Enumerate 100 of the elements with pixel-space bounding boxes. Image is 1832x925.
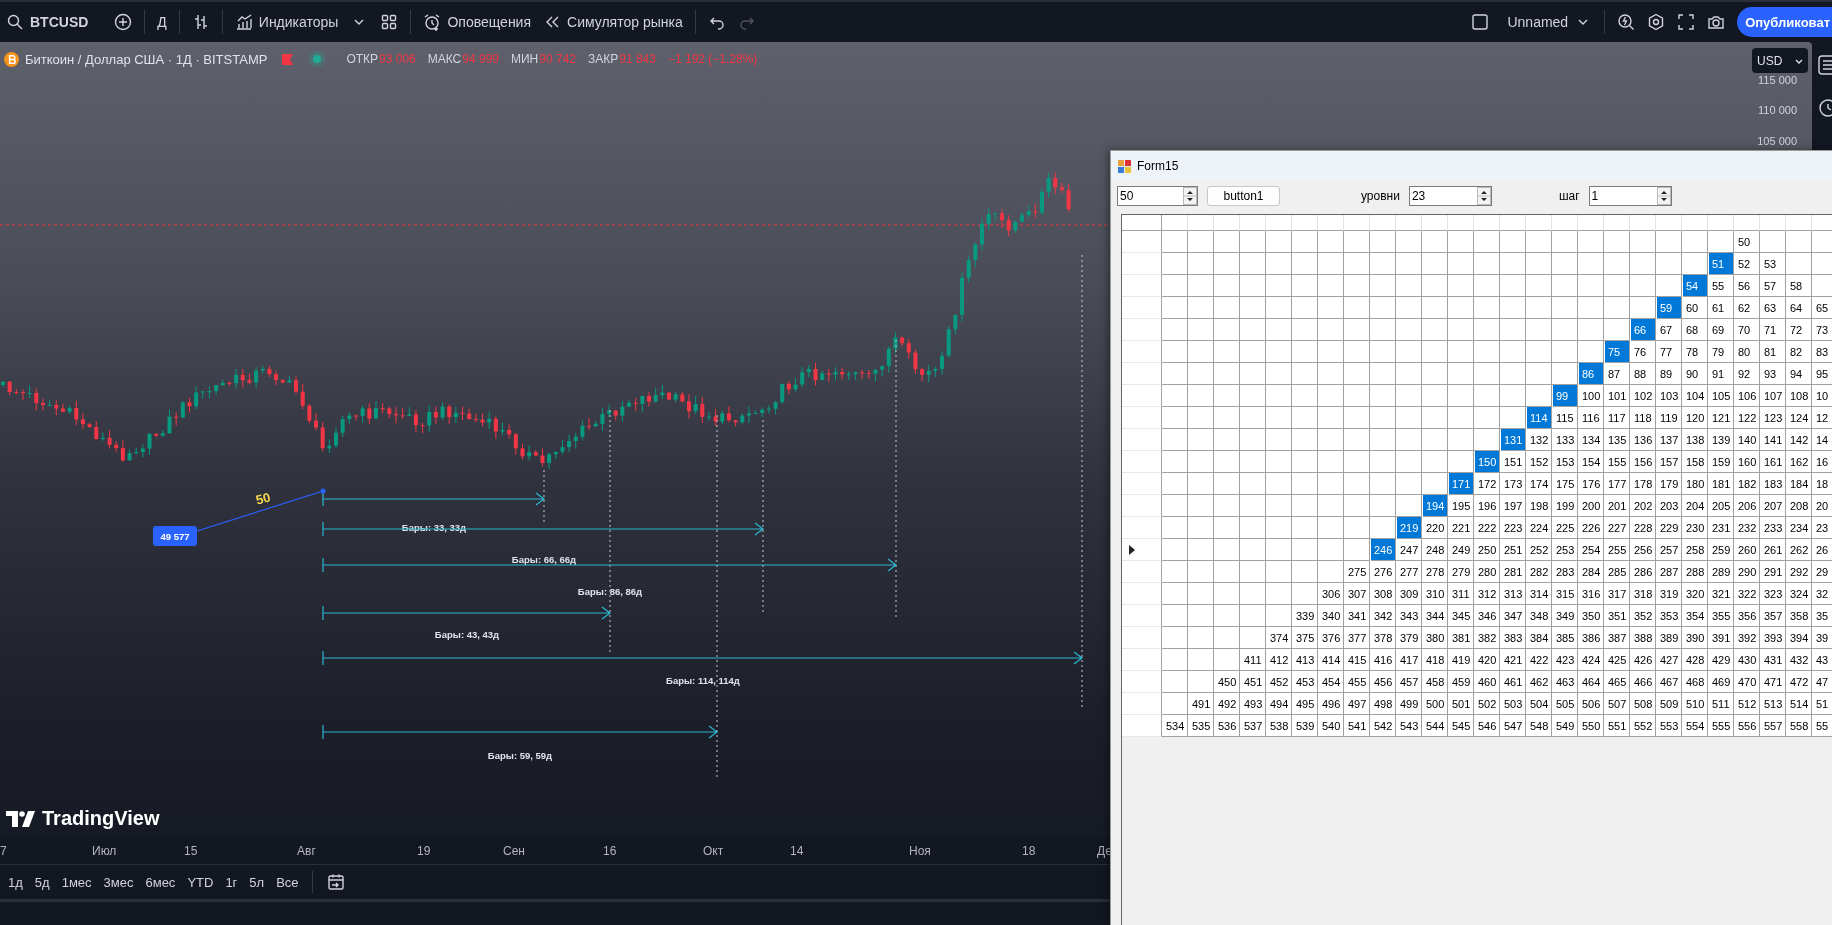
table-cell[interactable]: 221 bbox=[1448, 517, 1474, 539]
table-cell[interactable]: 357 bbox=[1760, 605, 1786, 627]
table-cell[interactable] bbox=[1370, 319, 1396, 341]
indicators-button[interactable]: Индикаторы bbox=[228, 6, 345, 38]
table-cell[interactable] bbox=[1370, 451, 1396, 473]
table-cell[interactable] bbox=[1214, 275, 1240, 297]
table-cell[interactable] bbox=[1656, 253, 1682, 275]
table-cell[interactable]: 349 bbox=[1552, 605, 1578, 627]
table-cell[interactable] bbox=[1162, 583, 1188, 605]
table-cell[interactable] bbox=[1292, 363, 1318, 385]
table-cell[interactable]: 258 bbox=[1682, 539, 1708, 561]
table-cell[interactable] bbox=[1292, 275, 1318, 297]
table-cell[interactable] bbox=[1292, 429, 1318, 451]
table-cell[interactable]: 161 bbox=[1760, 451, 1786, 473]
table-cell[interactable] bbox=[1214, 583, 1240, 605]
table-cell[interactable] bbox=[1188, 275, 1214, 297]
table-cell[interactable] bbox=[1292, 385, 1318, 407]
table-cell[interactable]: 536 bbox=[1214, 715, 1240, 737]
table-cell[interactable] bbox=[1396, 451, 1422, 473]
table-cell[interactable] bbox=[1344, 517, 1370, 539]
range-button[interactable]: 5д bbox=[29, 871, 55, 893]
table-cell[interactable]: 547 bbox=[1500, 715, 1526, 737]
table-cell[interactable]: 173 bbox=[1500, 473, 1526, 495]
column-header[interactable] bbox=[1448, 215, 1474, 231]
table-cell[interactable]: 464 bbox=[1578, 671, 1604, 693]
table-cell[interactable]: 138 bbox=[1682, 429, 1708, 451]
table-cell[interactable] bbox=[1266, 363, 1292, 385]
table-cell[interactable] bbox=[1526, 231, 1552, 253]
table-cell[interactable]: 425 bbox=[1604, 649, 1630, 671]
table-cell[interactable] bbox=[1292, 451, 1318, 473]
table-cell[interactable] bbox=[1266, 407, 1292, 429]
table-cell[interactable] bbox=[1370, 473, 1396, 495]
table-cell[interactable]: 510 bbox=[1682, 693, 1708, 715]
table-cell[interactable] bbox=[1162, 275, 1188, 297]
table-cell[interactable] bbox=[1422, 297, 1448, 319]
table-cell[interactable] bbox=[1214, 429, 1240, 451]
table-cell[interactable]: 282 bbox=[1526, 561, 1552, 583]
table-cell[interactable] bbox=[1422, 429, 1448, 451]
table-cell[interactable]: 117 bbox=[1604, 407, 1630, 429]
table-cell[interactable]: 453 bbox=[1292, 671, 1318, 693]
table-cell[interactable] bbox=[1370, 341, 1396, 363]
table-cell[interactable] bbox=[1344, 319, 1370, 341]
table-cell[interactable]: 137 bbox=[1656, 429, 1682, 451]
column-header[interactable] bbox=[1708, 215, 1734, 231]
table-cell[interactable]: 50 bbox=[1734, 231, 1760, 253]
table-cell[interactable] bbox=[1292, 583, 1318, 605]
table-cell[interactable] bbox=[1344, 363, 1370, 385]
table-cell[interactable]: 342 bbox=[1370, 605, 1396, 627]
table-cell[interactable]: 20 bbox=[1812, 495, 1832, 517]
table-cell[interactable]: 343 bbox=[1396, 605, 1422, 627]
table-cell[interactable] bbox=[1240, 341, 1266, 363]
table-cell[interactable] bbox=[1162, 539, 1188, 561]
table-cell[interactable] bbox=[1318, 253, 1344, 275]
table-cell[interactable]: 287 bbox=[1656, 561, 1682, 583]
table-cell[interactable]: 198 bbox=[1526, 495, 1552, 517]
table-cell[interactable]: 393 bbox=[1760, 627, 1786, 649]
table-cell[interactable] bbox=[1396, 363, 1422, 385]
table-cell[interactable]: 277 bbox=[1396, 561, 1422, 583]
table-cell[interactable] bbox=[1188, 495, 1214, 517]
table-cell[interactable]: 386 bbox=[1578, 627, 1604, 649]
table-cell[interactable]: 61 bbox=[1708, 297, 1734, 319]
table-cell[interactable] bbox=[1630, 253, 1656, 275]
column-header[interactable] bbox=[1344, 215, 1370, 231]
table-cell[interactable] bbox=[1370, 253, 1396, 275]
table-cell[interactable]: 177 bbox=[1604, 473, 1630, 495]
table-cell[interactable] bbox=[1266, 429, 1292, 451]
table-cell[interactable]: 60 bbox=[1682, 297, 1708, 319]
table-cell[interactable] bbox=[1188, 517, 1214, 539]
table-cell[interactable]: 391 bbox=[1708, 627, 1734, 649]
table-cell[interactable] bbox=[1292, 231, 1318, 253]
table-cell[interactable]: 246 bbox=[1371, 539, 1396, 561]
table-cell[interactable] bbox=[1162, 671, 1188, 693]
table-cell[interactable]: 119 bbox=[1656, 407, 1682, 429]
table-cell[interactable]: 501 bbox=[1448, 693, 1474, 715]
table-cell[interactable]: 18 bbox=[1812, 473, 1832, 495]
table-cell[interactable] bbox=[1500, 297, 1526, 319]
table-cell[interactable]: 94 bbox=[1786, 363, 1812, 385]
number-field[interactable]: 1 bbox=[1588, 186, 1672, 206]
table-cell[interactable]: 92 bbox=[1734, 363, 1760, 385]
table-cell[interactable] bbox=[1318, 275, 1344, 297]
table-cell[interactable]: 545 bbox=[1448, 715, 1474, 737]
table-cell[interactable]: 108 bbox=[1786, 385, 1812, 407]
table-cell[interactable]: 412 bbox=[1266, 649, 1292, 671]
table-cell[interactable] bbox=[1188, 451, 1214, 473]
table-cell[interactable]: 290 bbox=[1734, 561, 1760, 583]
table-cell[interactable]: 322 bbox=[1734, 583, 1760, 605]
table-cell[interactable] bbox=[1318, 407, 1344, 429]
table-cell[interactable]: 249 bbox=[1448, 539, 1474, 561]
table-cell[interactable]: 500 bbox=[1422, 693, 1448, 715]
column-header[interactable] bbox=[1500, 215, 1526, 231]
table-cell[interactable] bbox=[1162, 407, 1188, 429]
table-cell[interactable]: 424 bbox=[1578, 649, 1604, 671]
table-cell[interactable]: 376 bbox=[1318, 627, 1344, 649]
table-cell[interactable]: 253 bbox=[1552, 539, 1578, 561]
table-cell[interactable]: 142 bbox=[1786, 429, 1812, 451]
table-cell[interactable]: 150 bbox=[1475, 451, 1500, 473]
table-cell[interactable]: 380 bbox=[1422, 627, 1448, 649]
table-cell[interactable] bbox=[1266, 319, 1292, 341]
table-cell[interactable] bbox=[1318, 429, 1344, 451]
table-cell[interactable]: 10 bbox=[1812, 385, 1832, 407]
